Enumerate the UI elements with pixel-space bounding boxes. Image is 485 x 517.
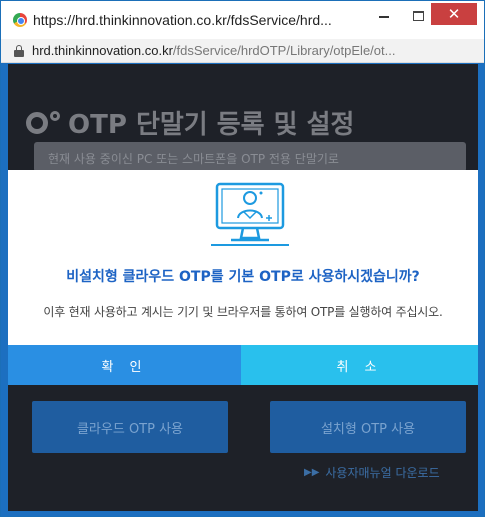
window-title: https://hrd.thinkinnovation.co.kr/fdsSer… — [33, 12, 332, 28]
browser-popup-window: https://hrd.thinkinnovation.co.kr/fdsSer… — [0, 0, 485, 517]
maximize-icon — [412, 11, 424, 21]
install-otp-button[interactable]: 설치형 OTP 사용 — [270, 401, 466, 453]
page-title: OTP 단말기 등록 및 설정 — [68, 110, 355, 140]
manual-download-label: 사용자매뉴얼 다운로드 — [325, 466, 440, 480]
gear-icon — [26, 111, 48, 134]
page-title-row: OTP 단말기 등록 및 설정 — [26, 104, 354, 141]
url-host: hrd.thinkinnovation.co.kr — [32, 43, 173, 58]
minimize-button[interactable] — [367, 1, 401, 31]
info-banner: 현재 사용 중이신 PC 또는 스마트폰을 OTP 전용 단말기로 — [34, 142, 466, 172]
cancel-button[interactable]: 취 소 — [241, 345, 478, 385]
modal-question: 비설치형 클라우드 OTP를 기본 OTP로 사용하시겠습니까? — [66, 269, 420, 285]
lock-icon — [14, 44, 24, 57]
gear-small-icon — [50, 110, 60, 121]
modal-description: 이후 현재 사용하고 계시는 기기 및 브라우저를 통하여 OTP를 실행하여 … — [43, 305, 443, 319]
address-bar[interactable]: hrd.thinkinnovation.co.kr /fdsService/hr… — [1, 39, 484, 63]
close-icon: ✕ — [447, 5, 461, 23]
manual-download-link[interactable]: ▶▶ 사용자매뉴얼 다운로드 — [304, 464, 440, 481]
title-bar[interactable]: https://hrd.thinkinnovation.co.kr/fdsSer… — [1, 1, 484, 39]
minimize-icon — [379, 16, 389, 18]
page-content: OTP 단말기 등록 및 설정 현재 사용 중이신 PC 또는 스마트폰을 OT… — [8, 64, 478, 511]
confirm-modal: 비설치형 클라우드 OTP를 기본 OTP로 사용하시겠습니까? 이후 현재 사… — [8, 170, 478, 385]
browser-favicon-icon — [13, 13, 27, 27]
maximize-button[interactable] — [401, 1, 435, 31]
cloud-otp-button[interactable]: 클라우드 OTP 사용 — [32, 401, 228, 453]
monitor-user-icon — [211, 182, 289, 246]
url-path: /fdsService/hrdOTP/Library/otpEle/ot... — [172, 43, 396, 58]
close-button[interactable]: ✕ — [431, 3, 477, 25]
double-arrow-icon: ▶▶ — [304, 467, 320, 478]
confirm-button[interactable]: 확 인 — [8, 345, 241, 385]
